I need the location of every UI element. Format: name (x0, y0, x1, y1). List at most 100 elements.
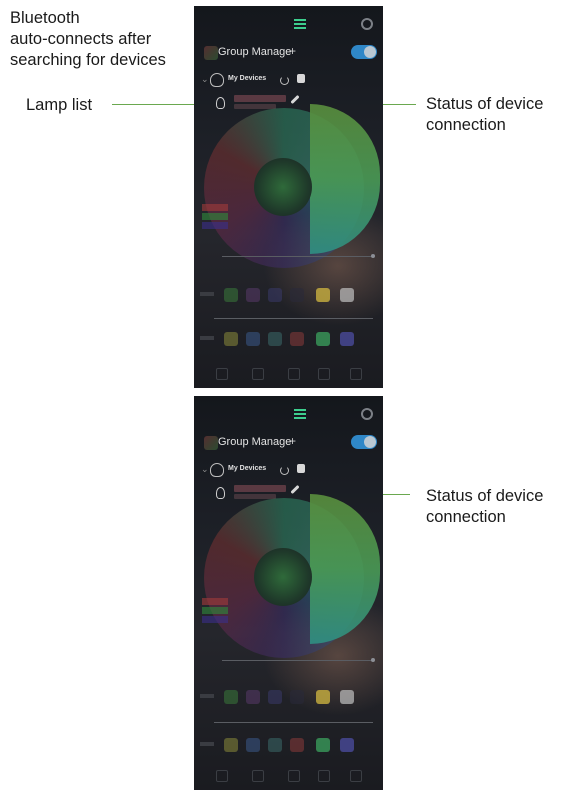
preset-chip[interactable] (340, 288, 354, 302)
preset-chip[interactable] (340, 332, 354, 346)
brightness-slider[interactable] (222, 660, 373, 661)
divider (214, 318, 373, 319)
link-icon (290, 484, 300, 495)
top-bar (194, 16, 383, 36)
bluetooth-line-1: Bluetooth (10, 9, 80, 27)
my-devices-label: My Devices (228, 75, 267, 82)
toggle-knob (364, 436, 376, 448)
nav-item[interactable] (252, 770, 264, 782)
preset-chip[interactable] (316, 288, 330, 302)
group-color-swatch (204, 436, 218, 450)
preset-row-2 (194, 332, 383, 350)
lock-icon[interactable] (297, 464, 305, 473)
nav-item[interactable] (252, 368, 264, 380)
brightness-slider-handle[interactable] (371, 254, 375, 258)
preset-chip[interactable] (268, 288, 282, 302)
preset-chip[interactable] (290, 738, 304, 752)
chevron-down-icon[interactable]: ⌄ (201, 74, 209, 85)
bluetooth-annotation: Bluetooth auto-connects after searching … (10, 8, 195, 71)
chevron-down-icon[interactable]: ⌄ (201, 464, 209, 475)
recent-colors[interactable] (202, 204, 228, 231)
phone-screen-bottom: Group Manage + ⌄ My Devices (194, 396, 383, 790)
lamp-list-annotation: Lamp list (26, 96, 93, 114)
list-icon[interactable] (294, 409, 306, 419)
nav-item[interactable] (288, 368, 300, 380)
nav-item[interactable] (216, 368, 228, 380)
preset-row-1 (194, 690, 383, 708)
power-toggle[interactable] (351, 435, 377, 449)
group-manage-row: Group Manage + (194, 42, 383, 66)
status-annotation-bottom: Status of device connection (426, 486, 564, 528)
preset-chip[interactable] (224, 332, 238, 346)
preset-chip[interactable] (290, 690, 304, 704)
divider (214, 722, 373, 723)
lamp-name (234, 485, 286, 492)
preset-chip[interactable] (340, 690, 354, 704)
preset-chip[interactable] (246, 332, 260, 346)
bulbs-icon (210, 463, 224, 477)
preset-chip[interactable] (316, 332, 330, 346)
lamp-name (234, 95, 286, 102)
status-top-line-1: Status of device (426, 95, 544, 113)
bulbs-icon (210, 73, 224, 87)
preset-chip[interactable] (268, 332, 282, 346)
gear-icon[interactable] (361, 18, 373, 30)
toggle-knob (364, 46, 376, 58)
lock-icon[interactable] (297, 74, 305, 83)
status-bottom-line-2: connection (426, 508, 506, 526)
preset-chip[interactable] (290, 288, 304, 302)
bluetooth-line-3: searching for devices (10, 51, 166, 69)
nav-item[interactable] (288, 770, 300, 782)
recent-colors[interactable] (202, 598, 228, 625)
preset-chip[interactable] (246, 690, 260, 704)
my-devices-label: My Devices (228, 465, 267, 472)
plus-icon[interactable]: + (289, 434, 296, 448)
preset-chip[interactable] (268, 738, 282, 752)
lamp-bulb-icon (216, 97, 225, 109)
preset-chip[interactable] (224, 738, 238, 752)
group-manage-label[interactable]: Group Manage (218, 436, 291, 448)
nav-item[interactable] (318, 770, 330, 782)
my-devices-row[interactable]: ⌄ My Devices (194, 460, 383, 482)
preset-chip[interactable] (224, 690, 238, 704)
preset-row-1 (194, 288, 383, 306)
power-toggle[interactable] (351, 45, 377, 59)
preset-chip[interactable] (224, 288, 238, 302)
preset-row-label (200, 694, 214, 698)
gear-icon[interactable] (361, 408, 373, 420)
preset-chip[interactable] (246, 738, 260, 752)
brightness-slider[interactable] (222, 256, 373, 257)
preset-chip[interactable] (340, 738, 354, 752)
group-manage-row: Group Manage + (194, 432, 383, 456)
list-icon[interactable] (294, 19, 306, 29)
preset-chip[interactable] (316, 690, 330, 704)
nav-item[interactable] (216, 770, 228, 782)
status-bottom-line-1: Status of device (426, 487, 544, 505)
nav-item[interactable] (350, 368, 362, 380)
brightness-slider-handle[interactable] (371, 658, 375, 662)
link-icon (290, 94, 300, 105)
lamp-list-arrow-line (112, 104, 202, 105)
group-manage-label[interactable]: Group Manage (218, 46, 291, 58)
bluetooth-line-2: auto-connects after (10, 30, 152, 48)
refresh-icon[interactable] (280, 466, 289, 475)
preset-chip[interactable] (316, 738, 330, 752)
preset-chip[interactable] (290, 332, 304, 346)
status-top-line-2: connection (426, 116, 506, 134)
preset-chip[interactable] (246, 288, 260, 302)
bottom-nav (194, 766, 383, 786)
preset-chip[interactable] (268, 690, 282, 704)
plus-icon[interactable]: + (289, 44, 296, 58)
nav-item[interactable] (318, 368, 330, 380)
group-color-swatch (204, 46, 218, 60)
preset-row-label (200, 292, 214, 296)
nav-item[interactable] (350, 770, 362, 782)
my-devices-row[interactable]: ⌄ My Devices (194, 70, 383, 92)
phone-screen-top: Group Manage + ⌄ My Devices (194, 6, 383, 388)
color-wheel-center (254, 158, 312, 216)
bottom-nav (194, 364, 383, 384)
preset-row-2 (194, 738, 383, 756)
refresh-icon[interactable] (280, 76, 289, 85)
preset-row-label (200, 336, 214, 340)
status-annotation-top: Status of device connection (426, 94, 564, 136)
